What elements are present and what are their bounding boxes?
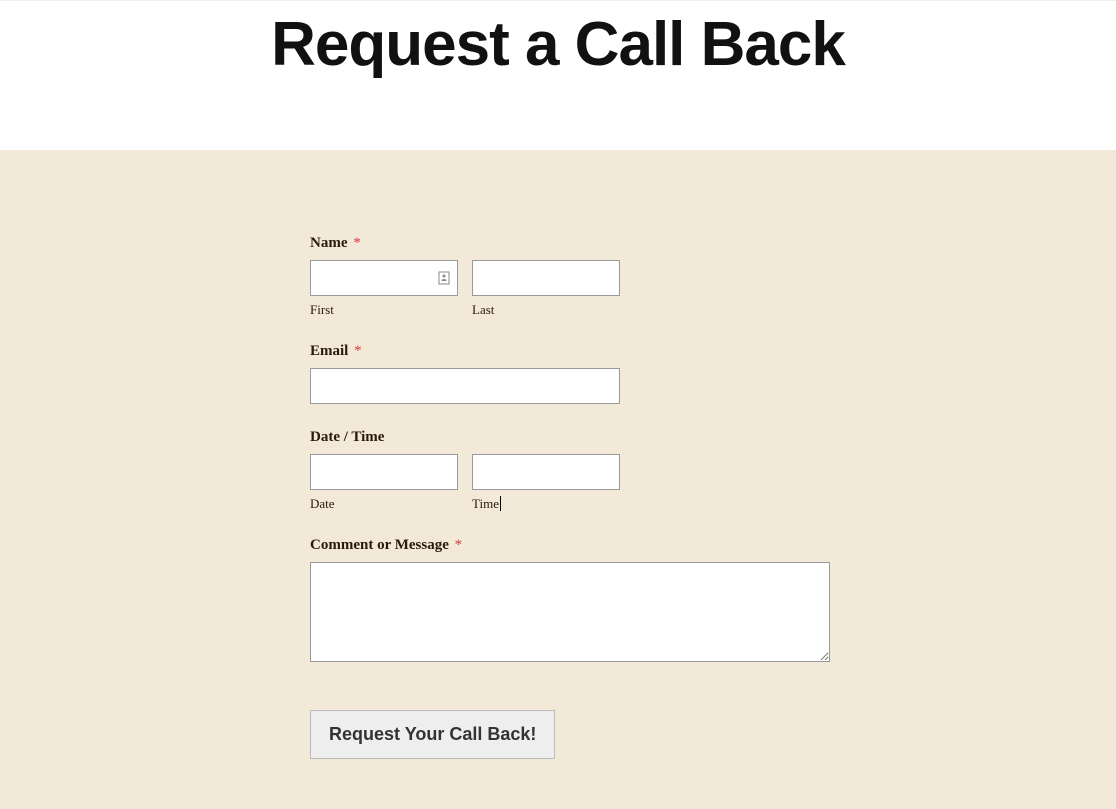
date-sublabel: Date [310, 496, 458, 512]
last-name-col: Last [472, 260, 620, 318]
last-name-input[interactable] [472, 260, 620, 296]
comment-label-text: Comment or Message [310, 537, 449, 553]
required-asterisk: * [354, 343, 362, 359]
first-name-wrapper [310, 260, 458, 296]
form-section: Name * First [0, 150, 1116, 809]
comment-textarea[interactable] [310, 562, 830, 662]
header-section: Request a Call Back [0, 0, 1116, 150]
name-field-row: First Last [310, 260, 830, 318]
name-field-group: Name * First [310, 235, 830, 318]
first-name-sublabel: First [310, 302, 458, 318]
email-field-group: Email * [310, 343, 830, 404]
required-asterisk: * [455, 537, 463, 553]
comment-field-group: Comment or Message * [310, 537, 830, 667]
time-col: Time [472, 454, 620, 512]
form-container: Name * First [310, 235, 830, 759]
date-col: Date [310, 454, 458, 512]
date-input[interactable] [310, 454, 458, 490]
email-label-text: Email [310, 343, 348, 359]
time-input[interactable] [472, 454, 620, 490]
datetime-label: Date / Time [310, 429, 830, 446]
datetime-field-group: Date / Time Date Time [310, 429, 830, 512]
page-title: Request a Call Back [0, 1, 1116, 80]
last-name-sublabel: Last [472, 302, 620, 318]
required-asterisk: * [353, 235, 361, 251]
name-label: Name * [310, 235, 830, 252]
submit-button[interactable]: Request Your Call Back! [310, 710, 555, 759]
name-label-text: Name [310, 235, 348, 251]
time-sublabel: Time [472, 496, 620, 512]
first-name-col: First [310, 260, 458, 318]
datetime-label-text: Date / Time [310, 429, 384, 445]
email-label: Email * [310, 343, 830, 360]
first-name-input[interactable] [310, 260, 458, 296]
email-input[interactable] [310, 368, 620, 404]
comment-label: Comment or Message * [310, 537, 830, 554]
datetime-field-row: Date Time [310, 454, 830, 512]
